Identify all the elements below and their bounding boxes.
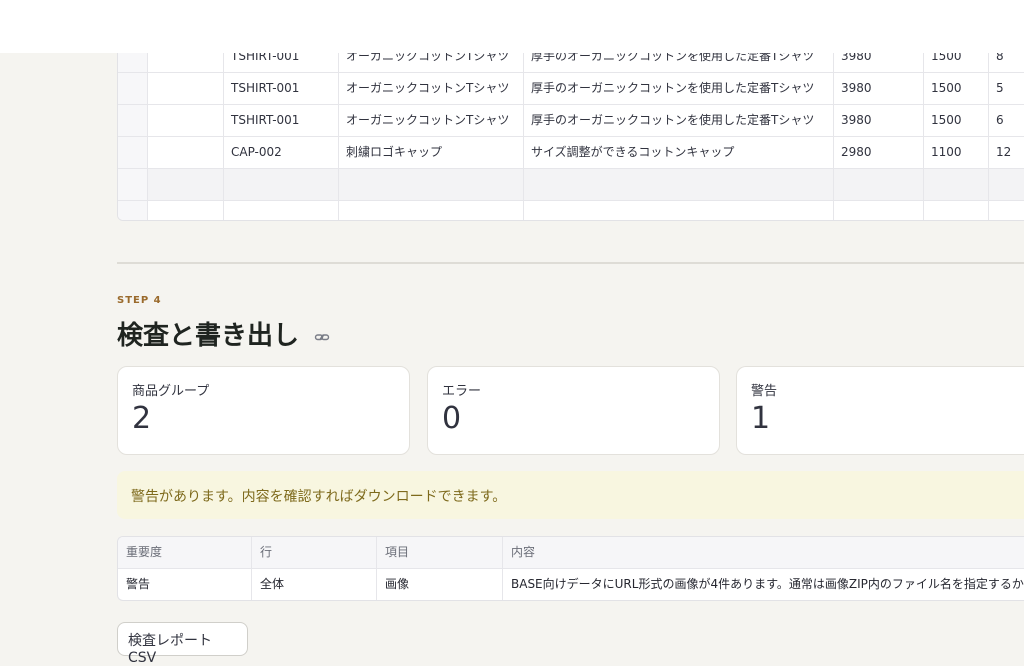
section-title-text: 検査と書き出し [117,321,300,351]
row-index-cell [118,73,148,104]
row-cell: 全体 [252,569,377,600]
table-row[interactable]: 警告 全体 画像 BASE向けデータにURL形式の画像が4件あります。通常は画像… [118,569,1024,600]
grid-cell [834,169,924,200]
cost-cell: 1500 [924,73,989,104]
grid-cell [989,169,1024,200]
grid-cell [989,201,1024,220]
grid-cell [224,201,339,220]
metric-product-groups: 商品グループ 2 [117,366,410,455]
table-row[interactable]: CAP-002 刺繍ロゴキャップ サイズ調整ができるコットンキャップ 2980 … [118,137,1024,169]
field-cell: 画像 [377,569,503,600]
header-field[interactable]: 項目 [377,537,503,568]
table-row[interactable]: TSHIRT-001 オーガニックコットンTシャツ 厚手のオーガニックコットンを… [118,105,1024,137]
price-cell: 3980 [834,73,924,104]
stock-cell: 5 [989,73,1024,104]
stock-cell: 12 [989,137,1024,168]
severity-cell: 警告 [118,569,252,600]
top-bar [0,0,1024,53]
price-cell: 2980 [834,137,924,168]
warning-alert: 警告があります。内容を確認すればダウンロードできます。 [117,471,1024,519]
header-row[interactable]: 行 [252,537,377,568]
metric-value: 1 [751,401,771,436]
metric-label: 商品グループ [132,384,210,399]
desc-cell: サイズ調整ができるコットンキャップ [524,137,834,168]
data-preview-grid[interactable]: TSHIRT-001 オーガニックコットンTシャツ 厚手のオーガニックコットンを… [117,40,1024,221]
grid-cell [834,201,924,220]
grid-cell [924,201,989,220]
name-cell: オーガニックコットンTシャツ [339,105,524,136]
metric-value: 2 [132,401,152,436]
metric-label: エラー [442,384,482,399]
row-index-cell [118,169,148,200]
grid-cell [148,201,224,220]
name-cell: 刺繍ロゴキャップ [339,137,524,168]
table-row-empty[interactable] [118,201,1024,220]
cost-cell: 1500 [924,105,989,136]
metric-value: 0 [442,401,462,436]
row-index-cell [118,201,148,220]
header-severity[interactable]: 重要度 [118,537,252,568]
grid-cell [524,169,834,200]
sku-cell: TSHIRT-001 [224,73,339,104]
metric-warnings: 警告 1 [736,366,1024,455]
download-report-csv-button[interactable]: 検査レポートCSV [117,622,248,666]
step-label: STEP 4 [117,295,162,306]
content-cell: BASE向けデータにURL形式の画像が4件あります。通常は画像ZIP内のファイル… [511,577,1024,591]
desc-cell: 厚手のオーガニックコットンを使用した定番Tシャツ [524,73,834,104]
sku-cell: TSHIRT-001 [224,105,339,136]
metric-label: 警告 [751,384,778,399]
desc-cell: 厚手のオーガニックコットンを使用した定番Tシャツ [524,105,834,136]
price-cell: 3980 [834,105,924,136]
metric-errors: エラー 0 [427,366,720,455]
header-content[interactable]: 内容 [503,537,1024,568]
name-cell: オーガニックコットンTシャツ [339,73,524,104]
grid-cell [339,169,524,200]
table-row-empty[interactable] [118,169,1024,201]
grid-cell [148,137,224,168]
grid-cell [224,169,339,200]
section-divider [117,262,1024,264]
grid-cell [524,201,834,220]
table-header-row: 重要度 行 項目 内容 [118,537,1024,569]
grid-cell [339,201,524,220]
link-icon[interactable] [314,322,330,352]
sku-cell: CAP-002 [224,137,339,168]
grid-cell [924,169,989,200]
grid-cell [148,73,224,104]
grid-cell [148,169,224,200]
stock-cell: 6 [989,105,1024,136]
section-title: 検査と書き出し [117,315,330,352]
cost-cell: 1100 [924,137,989,168]
grid-cell [148,105,224,136]
table-row[interactable]: TSHIRT-001 オーガニックコットンTシャツ 厚手のオーガニックコットンを… [118,73,1024,105]
row-index-cell [118,105,148,136]
row-index-cell [118,137,148,168]
inspection-report-table[interactable]: 重要度 行 項目 内容 警告 全体 画像 BASE向けデータにURL形式の画像が… [117,536,1024,601]
warning-alert-text: 警告があります。内容を確認すればダウンロードできます。 [131,489,507,505]
